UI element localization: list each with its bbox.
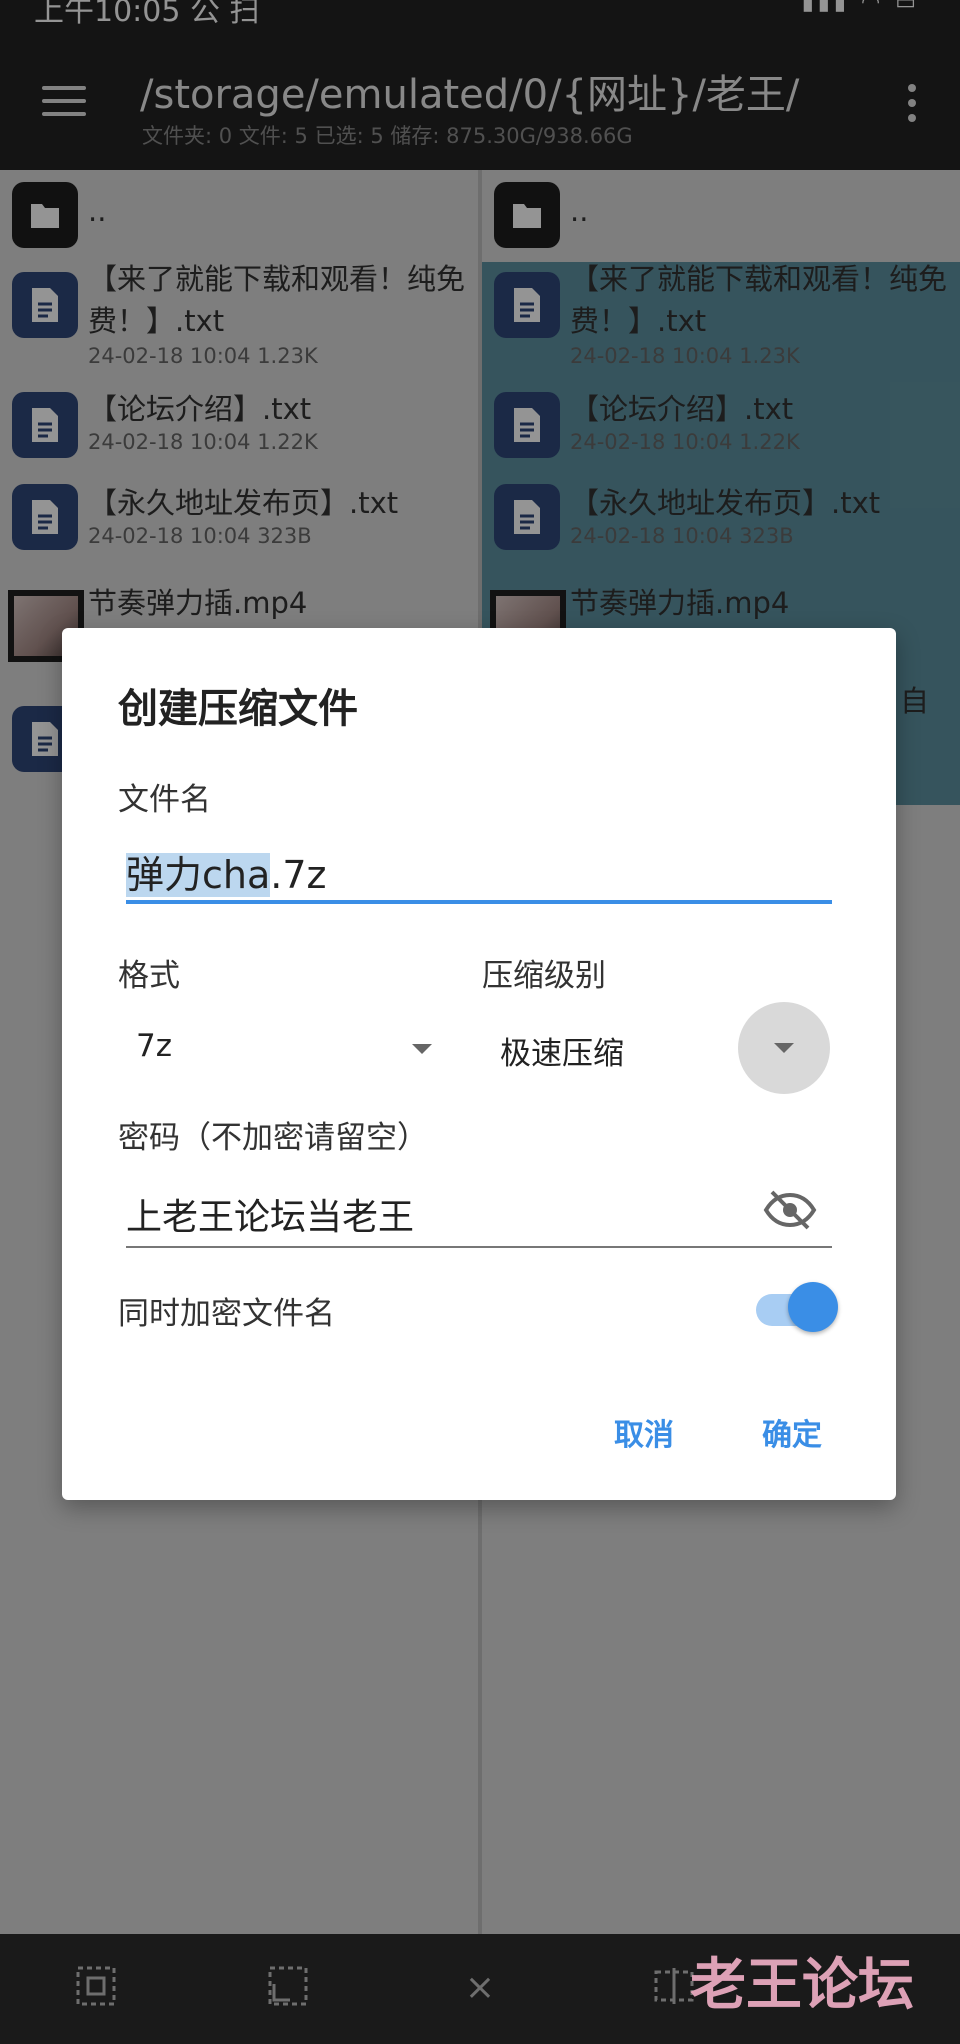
filename-label: 文件名 [118,782,211,818]
chevron-down-icon [412,1044,432,1054]
format-value: 7z [136,1028,172,1064]
cancel-button[interactable]: 取消 [614,1410,674,1454]
filename-underline [126,900,832,904]
dropdown-ripple[interactable] [738,1002,830,1094]
filename-extension: .7z [270,853,327,897]
filename-input[interactable]: 弹力cha.7z [126,844,326,899]
toggle-knob [788,1282,838,1332]
chevron-down-icon [774,1043,794,1053]
create-archive-dialog: 创建压缩文件 文件名 弹力cha.7z 格式 压缩级别 7z 极速压缩 密码（不… [62,628,896,1500]
encrypt-names-label: 同时加密文件名 [118,1296,335,1332]
watermark-text: 老王论坛 [690,1953,914,2018]
visibility-off-icon[interactable] [762,1188,818,1232]
password-input[interactable]: 上老王论坛当老王 [126,1188,414,1240]
filename-selected-text: 弹力cha [126,853,271,897]
ok-button[interactable]: 确定 [762,1410,822,1454]
level-value: 极速压缩 [500,1036,624,1072]
format-label: 格式 [118,958,180,994]
password-label: 密码（不加密请留空） [118,1120,428,1156]
dialog-title: 创建压缩文件 [118,686,358,732]
password-underline [126,1246,832,1248]
level-label: 压缩级别 [482,958,606,994]
